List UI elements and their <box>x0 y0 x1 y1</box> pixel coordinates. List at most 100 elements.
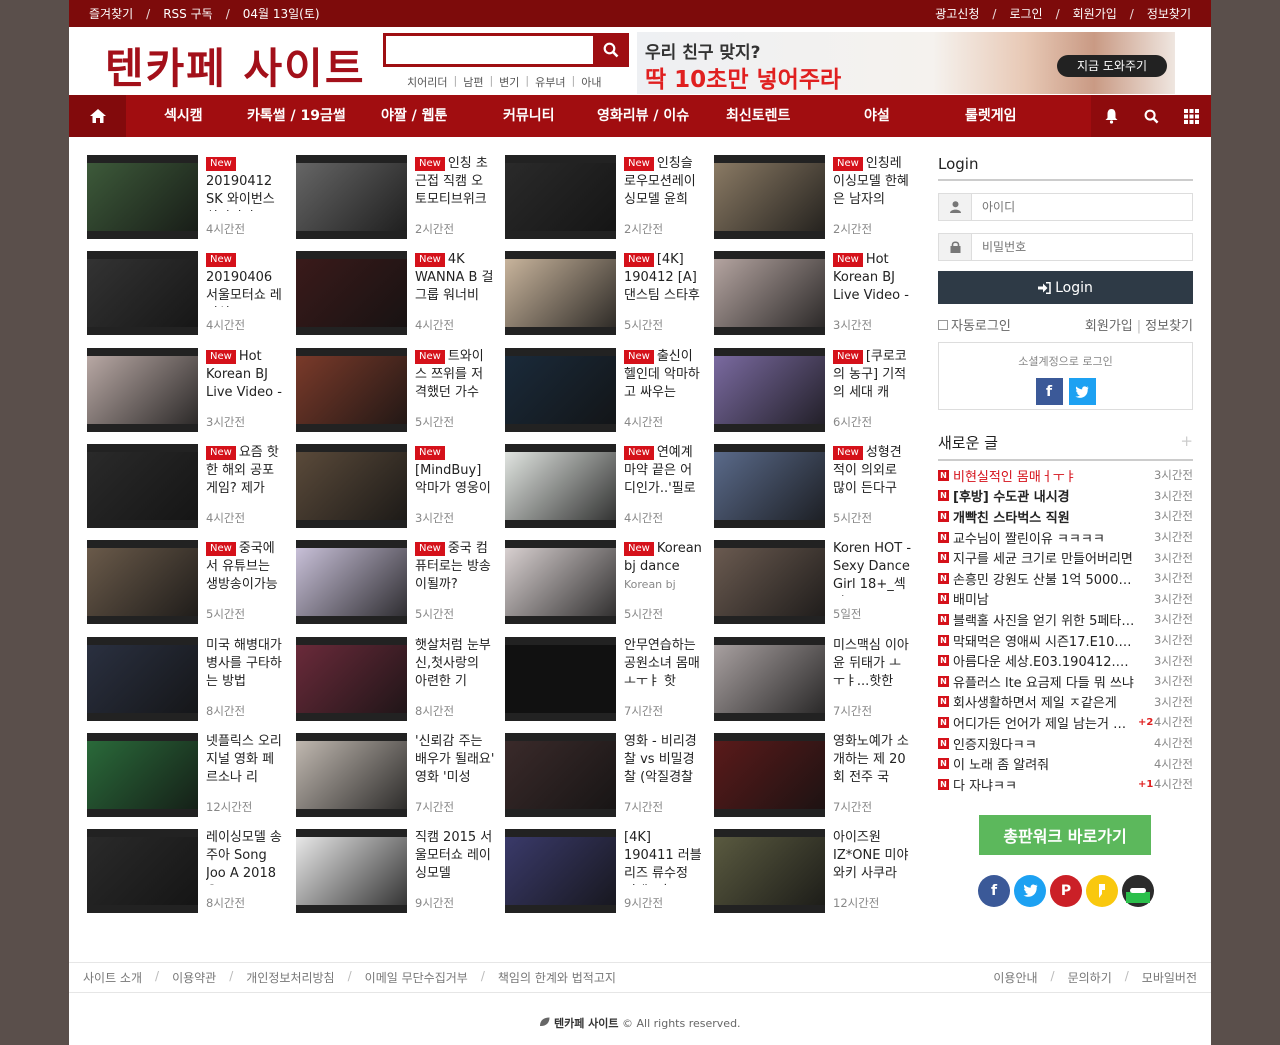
new-post-item[interactable]: N 이 노래 좀 알려줘 4시간전 <box>938 753 1193 774</box>
post-card[interactable]: Koren HOT - Sexy Dance Girl 18+_섹시 5일전 <box>714 540 914 626</box>
post-title[interactable]: New 20190412 SK 와이번스 치어리더 <box>206 155 286 211</box>
post-title[interactable]: 미스맥심 이아윤 뒤태가 ㅗㅜㅑ...핫한 <box>833 637 913 693</box>
auto-login-checkbox[interactable]: 자동로그인 <box>938 315 1011 334</box>
post-card[interactable]: New 인칭슬로우모션레이싱모델 윤희 2시간전 <box>505 155 705 241</box>
new-post-title[interactable]: 지구를 세균 크기로 만들어버리면 <box>953 548 1135 567</box>
footer-link-right-0[interactable]: 이용안내 <box>993 969 1037 986</box>
new-post-item[interactable]: N 블랙홀 사진을 얻기 위한 5페타바이트 3시간전 <box>938 609 1193 630</box>
share-twitter-button[interactable] <box>1014 874 1046 907</box>
post-title[interactable]: New 4K WANNA B 걸그룹 워너비 <box>415 251 495 307</box>
nav-item-6[interactable]: 야설 <box>864 95 890 137</box>
post-card[interactable]: 영화 - 비리경찰 vs 비밀경찰 (악질경찰 7시간전 <box>505 732 705 819</box>
post-card[interactable]: New 연예계 마약 끝은 어디인가..'필로 4시간전 <box>505 443 705 530</box>
new-post-item[interactable]: N 다 자냐ㅋㅋ +1 4시간전 <box>938 774 1193 795</box>
top-link-left-2[interactable]: 04월 13일(토) <box>243 5 320 22</box>
post-card[interactable]: 영화노예가 소개하는 제 20회 전주 국 7시간전 <box>714 732 914 819</box>
post-thumbnail[interactable] <box>87 636 198 721</box>
post-title[interactable]: 미국 해병대가 병사를 구타하는 방법 <box>206 637 286 693</box>
post-title[interactable]: New 인칭슬로우모션레이싱모델 윤희 <box>624 155 704 211</box>
new-post-title[interactable]: [후방] 수도관 내시경 <box>953 486 1135 505</box>
post-card[interactable]: 직캠 2015 서울모터쇼 레이싱모델 9시간전 <box>296 829 496 915</box>
signup-link[interactable]: 회원가입 <box>1085 319 1133 334</box>
post-thumbnail[interactable] <box>296 443 407 528</box>
post-thumbnail[interactable] <box>505 829 616 914</box>
post-title[interactable]: New [쿠로코의 농구] 기적의 세대 캐 <box>833 348 913 404</box>
post-card[interactable]: New 인칭 초근접 직캠 오토모티브위크 2시간전 <box>296 155 496 241</box>
new-post-title[interactable]: 회사생활하면서 제일 ㅈ같은게 <box>953 692 1135 711</box>
post-thumbnail[interactable] <box>505 155 616 239</box>
new-post-title[interactable]: 블랙홀 사진을 얻기 위한 5페타바이트 <box>953 610 1135 629</box>
new-post-item[interactable]: N 인증지웠다ㅋㅋ 4시간전 <box>938 733 1193 754</box>
top-link-right-3[interactable]: 정보찾기 <box>1147 5 1191 22</box>
post-thumbnail[interactable] <box>87 155 198 239</box>
post-title[interactable]: [4K] 190411 러블리즈 류수정 직캠 '지 <box>624 829 704 885</box>
footer-link-left-0[interactable]: 사이트 소개 <box>83 969 142 986</box>
nav-item-0[interactable]: 섹시캠 <box>164 95 203 137</box>
notification-button[interactable] <box>1091 95 1131 137</box>
post-title[interactable]: 직캠 2015 서울모터쇼 레이싱모델 <box>415 829 495 885</box>
post-thumbnail[interactable] <box>714 443 825 528</box>
new-post-item[interactable]: N 회사생활하면서 제일 ㅈ같은게 3시간전 <box>938 692 1193 713</box>
post-title[interactable]: New 인칭레이싱모델 한혜은 남자의 <box>833 155 913 211</box>
post-title[interactable]: '신뢰감 주는 배우가 될래요' 영화 '미성 <box>415 733 495 789</box>
post-thumbnail[interactable] <box>87 540 198 625</box>
post-thumbnail[interactable] <box>714 829 825 914</box>
top-link-right-2[interactable]: 회원가입 <box>1073 5 1117 22</box>
post-thumbnail[interactable] <box>87 732 198 817</box>
nav-item-4[interactable]: 영화리뷰 / 이슈 <box>597 95 689 137</box>
post-thumbnail[interactable] <box>296 347 407 432</box>
post-thumbnail[interactable] <box>87 347 198 432</box>
find-info-link[interactable]: 정보찾기 <box>1145 319 1193 334</box>
post-title[interactable]: Koren HOT - Sexy Dance Girl 18+_섹시 <box>833 540 913 596</box>
post-title[interactable]: New 출신이 헬인데 악마하고 싸우는 <box>624 348 704 404</box>
post-title[interactable]: New 요즘 핫한 해외 공포게임? 제가 <box>206 444 286 500</box>
new-post-title[interactable]: 교수님이 짤린이유 ㅋㅋㅋㅋ <box>953 528 1135 547</box>
post-title[interactable]: New 20190406 서울모터쇼 레이싱 <box>206 251 286 307</box>
post-thumbnail[interactable] <box>505 540 616 625</box>
post-card[interactable]: 레이싱모델 송주아 Song Joo A 2018 오 8시간전 <box>87 829 287 915</box>
search-tag-4[interactable]: 아내 <box>581 74 601 90</box>
new-post-item[interactable]: N 개빡친 스타벅스 직원 3시간전 <box>938 506 1193 527</box>
post-thumbnail[interactable] <box>296 155 407 239</box>
footer-link-left-1[interactable]: 이용약관 <box>172 969 216 986</box>
search-tag-1[interactable]: 남편 <box>463 74 483 90</box>
post-thumbnail[interactable] <box>296 732 407 817</box>
post-thumbnail[interactable] <box>505 443 616 528</box>
post-title[interactable]: New 중국에서 유튜브는 생방송이가능 <box>206 540 286 596</box>
post-card[interactable]: New 4K WANNA B 걸그룹 워너비 4시간전 <box>296 251 496 337</box>
login-button[interactable]: Login <box>938 271 1193 304</box>
post-card[interactable]: New 중국에서 유튜브는 생방송이가능 5시간전 <box>87 540 287 626</box>
post-card[interactable]: 안무연습하는 공원소녀 몸매 ㅗㅜㅑ 핫 7시간전 <box>505 636 705 723</box>
home-button[interactable] <box>69 95 126 137</box>
post-thumbnail[interactable] <box>296 251 407 336</box>
new-post-item[interactable]: N 배미남 3시간전 <box>938 589 1193 610</box>
nav-item-3[interactable]: 커뮤니티 <box>503 95 555 137</box>
post-title[interactable]: NewHot Korean BJ Live Video - Cexy <box>833 251 913 307</box>
post-card[interactable]: 넷플릭스 오리지널 영화 페르소나 리 12시간전 <box>87 732 287 819</box>
footer-link-right-1[interactable]: 문의하기 <box>1068 969 1112 986</box>
search-tag-0[interactable]: 치어리더 <box>407 74 447 90</box>
search-tag-3[interactable]: 유부녀 <box>535 74 565 90</box>
post-title[interactable]: New [4K] 190412 [A] 댄스팀 스타후 <box>624 251 704 307</box>
new-post-title[interactable]: 손흥민 강원도 산불 1억 5000만원 기부 <box>953 569 1135 588</box>
post-card[interactable]: 아이즈원 IZ*ONE 미야와키 사쿠라 12시간전 <box>714 829 914 915</box>
share-kakao-button[interactable] <box>1086 874 1118 907</box>
footer-link-left-4[interactable]: 책임의 한계와 법적고지 <box>498 969 616 986</box>
new-post-item[interactable]: N 막돼먹은 영애씨 시즌17.E10.190412 3시간전 <box>938 630 1193 651</box>
post-thumbnail[interactable] <box>714 251 825 336</box>
post-title[interactable]: 영화노예가 소개하는 제 20회 전주 국 <box>833 733 913 789</box>
post-title[interactable]: 레이싱모델 송주아 Song Joo A 2018 오 <box>206 829 286 885</box>
post-card[interactable]: New 요즘 핫한 해외 공포게임? 제가 4시간전 <box>87 443 287 530</box>
new-post-title[interactable]: 어디가든 언어가 제일 남는거 같음 <box>953 713 1135 732</box>
partner-cta-button[interactable]: 총판워크 바로가기 <box>979 814 1151 855</box>
top-link-left-0[interactable]: 즐겨찾기 <box>89 5 133 22</box>
post-card[interactable]: New [4K] 190412 [A] 댄스팀 스타후 5시간전 <box>505 251 705 337</box>
post-card[interactable]: New 20190406 서울모터쇼 레이싱 4시간전 <box>87 251 287 337</box>
footer-link-left-3[interactable]: 이메일 무단수집거부 <box>365 969 468 986</box>
post-thumbnail[interactable] <box>505 347 616 432</box>
post-thumbnail[interactable] <box>714 636 825 721</box>
post-thumbnail[interactable] <box>296 829 407 914</box>
post-card[interactable]: New [MindBuy] 악마가 영웅이 3시간전 <box>296 443 496 530</box>
post-thumbnail[interactable] <box>296 540 407 625</box>
nav-item-2[interactable]: 야짤 / 웹툰 <box>381 95 447 137</box>
